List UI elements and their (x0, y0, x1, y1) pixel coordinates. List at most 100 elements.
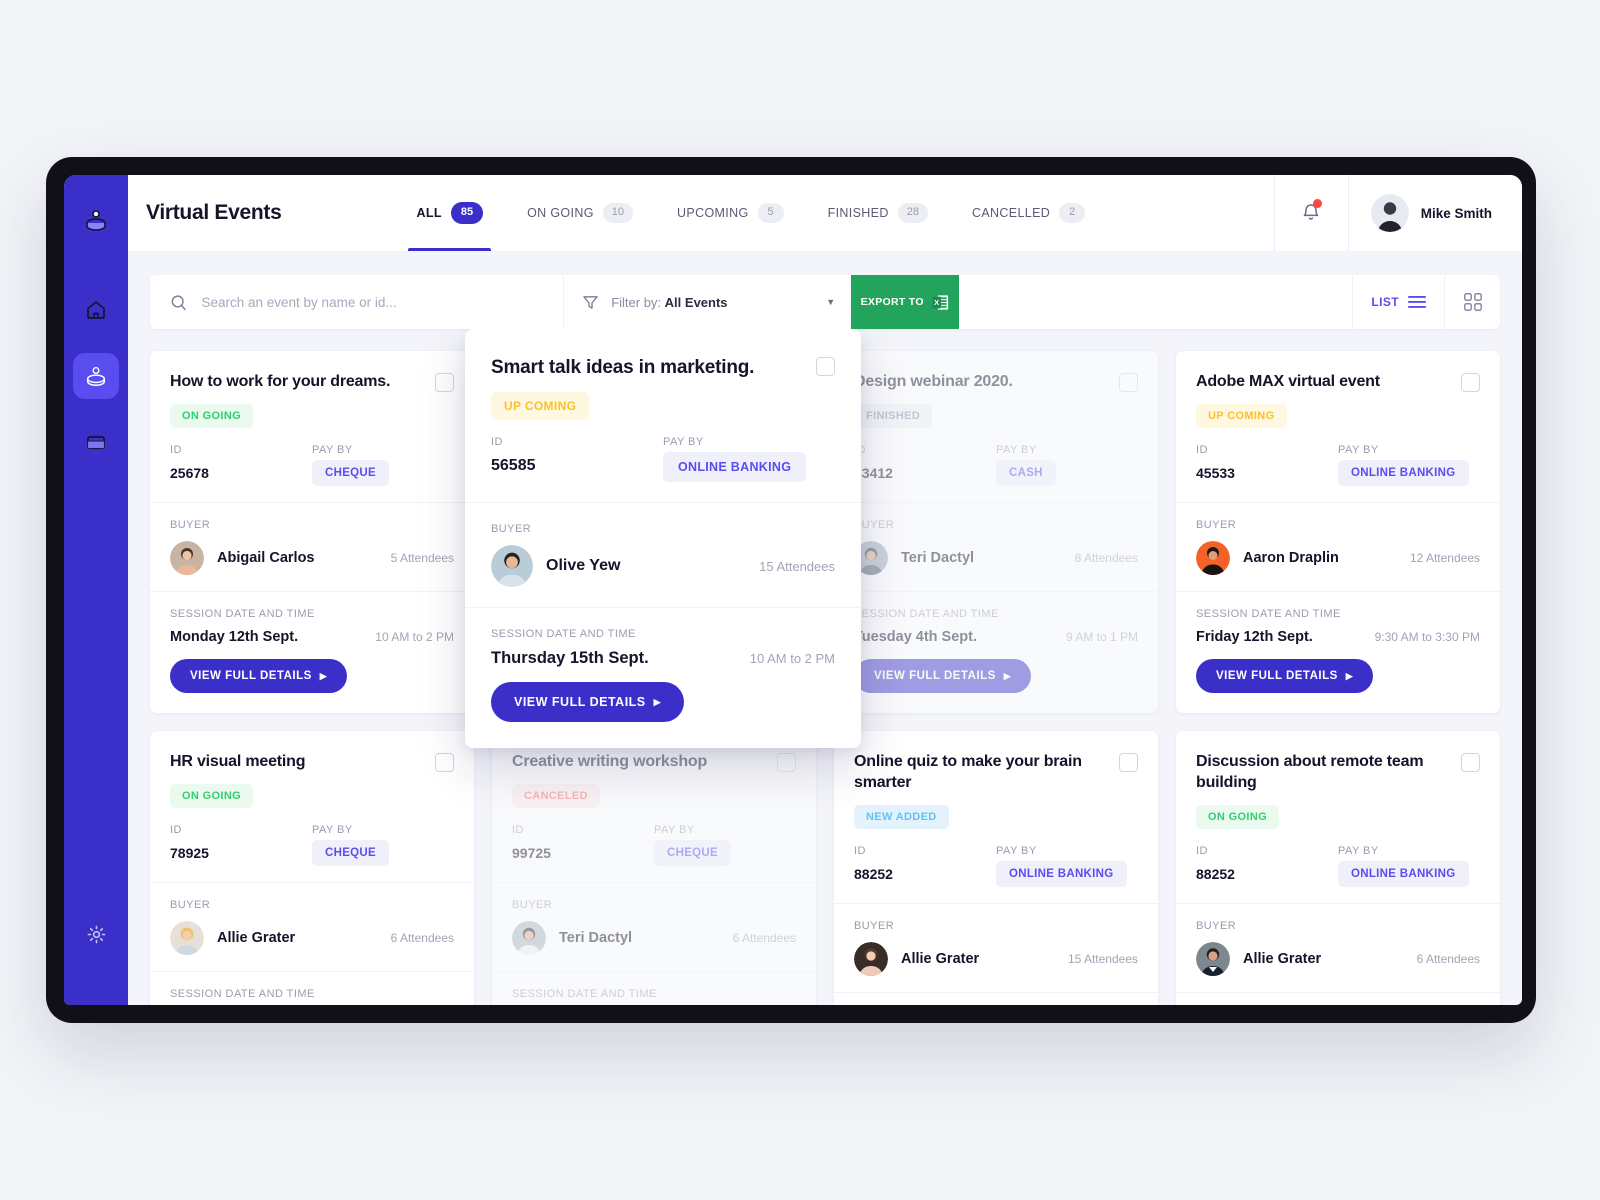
view-mode-grid-button[interactable] (1444, 275, 1500, 329)
pay-by-label: PAY BY (1338, 845, 1379, 858)
session-row: Monday 12th Sept. 10 AM to 2 PM (170, 629, 454, 645)
event-id: 25678 (170, 465, 209, 482)
event-title: Online quiz to make your brain smarter (854, 753, 1082, 792)
event-title: Discussion about remote team building (1196, 753, 1424, 792)
tab-on-going[interactable]: ON GOING 10 (505, 175, 655, 251)
sidebar-item-settings[interactable] (73, 911, 119, 957)
sidebar-item-home[interactable] (73, 287, 119, 333)
sidebar-item-billing[interactable] (73, 419, 119, 465)
id-label: ID (854, 845, 866, 858)
app-logo-icon (73, 197, 119, 243)
event-card[interactable]: Discussion about remote team building ON… (1176, 731, 1500, 1005)
sidebar-item-events[interactable] (73, 353, 119, 399)
card-buyer-section: BUYER Allie Grater 15 Attendees (834, 904, 1158, 994)
event-select-checkbox[interactable] (777, 753, 796, 773)
export-button-label: EXPORT TO (860, 296, 924, 308)
tab-finished-label: FINISHED (827, 206, 889, 220)
export-to-excel-button[interactable]: EXPORT TO X (851, 275, 960, 329)
event-card[interactable]: How to work for your dreams. ON GOING ID… (150, 351, 474, 714)
card-top-section: Creative writing workshop CANCELED ID 99… (492, 731, 816, 884)
buyer-avatar (1196, 541, 1230, 576)
card-meta-row: ID 33412 PAY BY CASH (854, 444, 1138, 487)
attendees-count: 12 Attendees (1409, 551, 1480, 566)
card-header: HR visual meeting (170, 751, 454, 773)
buyer-label: BUYER (170, 899, 211, 912)
card-buyer-section: BUYER Olive Yew 15 Attendees (465, 503, 861, 609)
buyer-row: Allie Grater 6 Attendees (1196, 942, 1480, 977)
buyer-label: BUYER (1196, 920, 1237, 933)
buyer-row: Teri Dactyl 6 Attendees (512, 921, 796, 956)
card-buyer-section: BUYER Teri Dactyl 6 Attendees (492, 883, 816, 973)
buyer-avatar (1196, 942, 1230, 977)
event-card[interactable]: Design webinar 2020. FINISHED ID 33412 P… (834, 351, 1158, 714)
tab-bar: ALL 85 ON GOING 10 UPCOMING 5 FINISHED 2… (394, 175, 1107, 251)
event-card[interactable]: Adobe MAX virtual event UP COMING ID 455… (1176, 351, 1500, 714)
tab-on-going-label: ON GOING (527, 206, 594, 220)
list-icon (1408, 296, 1427, 308)
arrow-right-icon: ▶ (1345, 670, 1354, 681)
card-header: Adobe MAX virtual event (1196, 371, 1480, 392)
event-card-hovered[interactable]: Smart talk ideas in marketing. UP COMING… (465, 329, 861, 749)
status-badge: UP COMING (491, 392, 590, 421)
tab-cancelled[interactable]: CANCELLED 2 (950, 175, 1107, 251)
filter-dropdown[interactable]: Filter by: All Events ▼ (563, 275, 851, 329)
event-select-checkbox[interactable] (816, 357, 835, 376)
tab-all[interactable]: ALL 85 (394, 175, 505, 251)
event-title: HR visual meeting (170, 753, 306, 771)
session-label: SESSION DATE AND TIME (170, 608, 315, 621)
view-full-details-button[interactable]: VIEW FULL DETAILS ▶ (854, 659, 1032, 694)
card-top-section: Smart talk ideas in marketing. UP COMING… (465, 329, 861, 504)
pay-by-column: PAY BY ONLINE BANKING (996, 845, 1138, 888)
view-full-details-button[interactable]: VIEW FULL DETAILS ▶ (170, 659, 348, 694)
attendees-count: 15 Attendees (1067, 952, 1138, 967)
event-card[interactable]: Creative writing workshop CANCELED ID 99… (492, 731, 816, 1005)
tab-finished-count: 28 (897, 203, 928, 223)
event-select-checkbox[interactable] (1461, 753, 1480, 773)
pay-method-chip: CASH (996, 460, 1056, 487)
event-select-checkbox[interactable] (435, 373, 454, 392)
event-select-checkbox[interactable] (1119, 753, 1138, 773)
attendees-count: 6 Attendees (1416, 952, 1480, 967)
tab-upcoming[interactable]: UPCOMING 5 (655, 175, 806, 251)
pay-by-label: PAY BY (996, 444, 1037, 457)
event-id: 78925 (170, 845, 209, 862)
details-button-label: VIEW FULL DETAILS (874, 670, 996, 683)
card-session-section: SESSION DATE AND TIME Thursday 15th Sept… (465, 608, 861, 748)
search-box[interactable] (150, 275, 564, 329)
buyer-row: Abigail Carlos 5 Attendees (170, 541, 454, 576)
pay-by-column: PAY BY ONLINE BANKING (1338, 845, 1480, 888)
pay-by-label: PAY BY (996, 845, 1037, 858)
card-buyer-section: BUYER Aaron Draplin 12 Attendees (1176, 503, 1500, 593)
pay-method-chip: CHEQUE (312, 460, 390, 487)
tab-finished[interactable]: FINISHED 28 (806, 175, 950, 251)
event-select-checkbox[interactable] (1461, 373, 1480, 392)
view-full-details-button[interactable]: VIEW FULL DETAILS ▶ (1196, 659, 1374, 694)
buyer-name: Olive Yew (546, 557, 621, 575)
card-session-section: SESSION DATE AND TIME Tuesday 13th Sept.… (492, 972, 816, 1005)
user-menu[interactable]: Mike Smith (1347, 175, 1522, 251)
session-row: Friday 12th Sept. 9:30 AM to 3:30 PM (1196, 629, 1480, 645)
tablet-device-frame: Virtual Events ALL 85 ON GOING 10 UPCOMI… (46, 157, 1536, 1023)
toolbar-wrapper: Filter by: All Events ▼ EXPORT TO X (128, 251, 1522, 329)
id-column: ID 56585 (491, 436, 663, 482)
buyer-label: BUYER (170, 519, 211, 532)
event-select-checkbox[interactable] (435, 753, 454, 773)
view-mode-list-button[interactable]: LIST (1352, 275, 1444, 329)
buyer-row: Allie Grater 15 Attendees (854, 942, 1138, 977)
tab-cancelled-count: 2 (1059, 203, 1086, 223)
event-card[interactable]: HR visual meeting ON GOING ID 78925 PAY … (150, 731, 474, 1005)
events-grid-wrapper: How to work for your dreams. ON GOING ID… (128, 329, 1522, 1005)
view-full-details-button[interactable]: VIEW FULL DETAILS ▶ (491, 682, 685, 723)
notifications-button[interactable] (1273, 175, 1348, 251)
attendees-count: 15 Attendees (759, 558, 835, 574)
event-card[interactable]: Online quiz to make your brain smarter N… (834, 731, 1158, 1005)
search-input[interactable] (201, 294, 564, 310)
card-session-section: SESSION DATE AND TIME Friday 12th Sept. … (1176, 592, 1500, 713)
card-top-section: Discussion about remote team building ON… (1176, 731, 1500, 905)
card-meta-row: ID 45533 PAY BY ONLINE BANKING (1196, 444, 1480, 487)
buyer-label: BUYER (512, 899, 553, 912)
card-session-section: SESSION DATE AND TIME Saturday 15th Sept… (834, 993, 1158, 1005)
card-session-section: SESSION DATE AND TIME Monday 12th Sept. … (1176, 993, 1500, 1005)
event-select-checkbox[interactable] (1119, 373, 1138, 392)
chevron-down-icon: ▼ (826, 297, 836, 307)
